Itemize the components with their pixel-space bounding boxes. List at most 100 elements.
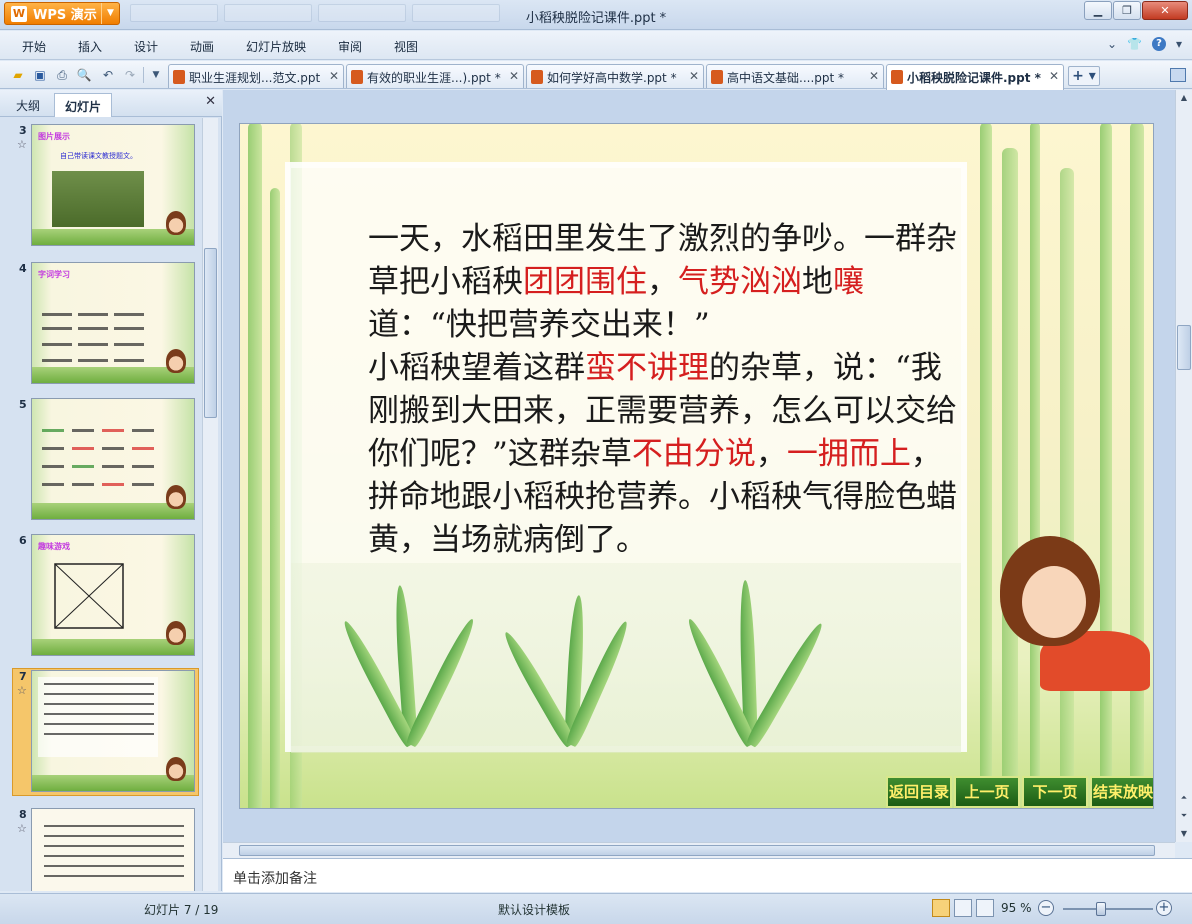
end-show-button[interactable]: 结束放映	[1090, 776, 1153, 808]
slide-scroll-thumb[interactable]	[1177, 325, 1191, 370]
customize-toolbar-icon[interactable]: ▼	[148, 67, 164, 83]
close-tab-icon[interactable]: ✕	[863, 69, 879, 83]
tab-outline[interactable]: 大纲	[6, 93, 50, 117]
slide-thumb-4[interactable]: 字词学习	[31, 262, 195, 384]
notes-pane[interactable]: 单击添加备注	[223, 858, 1192, 892]
close-tab-icon[interactable]: ✕	[1043, 69, 1059, 83]
zoom-slider-track[interactable]	[1063, 908, 1153, 910]
back-to-contents-button[interactable]: 返回目录	[886, 776, 952, 808]
close-tab-icon[interactable]: ✕	[683, 69, 699, 83]
panel-tabs: 大纲 幻灯片 ✕	[0, 90, 222, 117]
scroll-up-icon[interactable]: ▲	[1176, 90, 1192, 106]
menu-review[interactable]: 审阅	[338, 38, 362, 55]
zoom-slider-knob[interactable]	[1096, 902, 1106, 916]
normal-view-icon[interactable]	[932, 899, 950, 917]
slideshow-view-icon[interactable]	[976, 899, 994, 917]
doc-tab-active[interactable]: 小稻秧脱险记课件.ppt * ✕	[886, 64, 1064, 90]
rice-field-image	[52, 171, 144, 227]
doc-tab-label: 有效的职业生涯...).ppt *	[367, 71, 501, 85]
open-folder-icon[interactable]: ▰	[10, 67, 26, 83]
menu-view[interactable]: 视图	[394, 38, 418, 55]
redo-icon[interactable]: ↷	[122, 67, 138, 83]
doc-tab-4[interactable]: 高中语文基础....ppt * ✕	[706, 64, 884, 88]
window-title: 小稻秧脱险记课件.ppt *	[525, 11, 667, 26]
highlighted-phrase: 嚷	[833, 264, 864, 300]
doc-tab-2[interactable]: 有效的职业生涯...).ppt * ✕	[346, 64, 524, 88]
prev-slide-icon[interactable]: ⏶	[1176, 790, 1192, 806]
horizontal-scrollbar[interactable]	[223, 842, 1175, 858]
doc-tab-label: 如何学好高中数学.ppt *	[547, 71, 677, 85]
star-icon: ☆	[17, 822, 27, 835]
minimize-button[interactable]: ▁	[1084, 1, 1112, 20]
story-text-run: ，	[647, 264, 678, 300]
ppt-file-icon	[531, 70, 543, 84]
star-icon: ☆	[17, 138, 27, 151]
doc-tab-1[interactable]: 职业生涯规划...范文.ppt ✕	[168, 64, 344, 88]
print-preview-icon[interactable]: 🔍	[76, 67, 92, 83]
slide-number: 6	[19, 534, 27, 547]
rice-plant-illustration	[291, 563, 961, 753]
horizontal-scroll-thumb[interactable]	[239, 845, 1155, 856]
ppt-file-icon	[173, 70, 185, 84]
next-slide-icon[interactable]: ⏷	[1176, 808, 1192, 824]
menu-design[interactable]: 设计	[134, 38, 158, 55]
thumb-title: 图片展示	[38, 132, 70, 141]
panel-scrollbar[interactable]	[202, 118, 218, 891]
tab-slides[interactable]: 幻灯片	[54, 93, 113, 117]
zoom-in-button[interactable]: +	[1156, 900, 1172, 916]
skin-icon[interactable]: 👕	[1127, 37, 1142, 51]
undo-icon[interactable]: ↶	[100, 67, 116, 83]
slide-number: 3	[19, 124, 27, 137]
close-panel-icon[interactable]: ✕	[205, 94, 216, 109]
girl-illustration	[1000, 536, 1150, 691]
notes-placeholder: 单击添加备注	[233, 871, 317, 887]
maximize-button[interactable]: ❐	[1113, 1, 1141, 20]
scroll-down-icon[interactable]: ▼	[1176, 826, 1192, 842]
menu-insert[interactable]: 插入	[78, 38, 102, 55]
menu-slideshow[interactable]: 幻灯片放映	[246, 38, 306, 55]
help-dropdown-icon[interactable]: ▾	[1176, 37, 1182, 51]
thumb-title: 趣味游戏	[38, 542, 70, 551]
status-bar: 幻灯片 7 / 19 默认设计模板 95 % − +	[0, 893, 1192, 924]
save-icon[interactable]: ▣	[32, 67, 48, 83]
slide-thumb-8[interactable]	[31, 808, 195, 891]
print-icon[interactable]: ⎙	[54, 67, 70, 83]
slide-thumb-6[interactable]: 趣味游戏	[31, 534, 195, 656]
slide-vertical-scrollbar[interactable]: ▲ ⏶ ⏷ ▼	[1175, 90, 1192, 842]
highlighted-phrase: 气势汹汹	[678, 264, 802, 300]
menu-bar: 开始 插入 设计 动画 幻灯片放映 审阅 视图 ⌄ 👕 ? ▾	[0, 31, 1192, 60]
close-tab-icon[interactable]: ✕	[503, 69, 519, 83]
quick-access-toolbar: ▰ ▣ ⎙ 🔍 ↶ ↷ ▼ 职业生涯规划...范文.ppt ✕ 有效的职业生涯.…	[0, 61, 1192, 90]
close-tab-icon[interactable]: ✕	[323, 69, 339, 83]
slide-thumb-5[interactable]	[31, 398, 195, 520]
text-box[interactable]: 一天，水稻田里发生了激烈的争吵。一群杂草把小稻秧团团围住，气势汹汹地嚷道：“快把…	[285, 162, 967, 753]
slide-thumb-7[interactable]	[31, 670, 195, 792]
star-icon: ☆	[17, 684, 27, 697]
doc-tab-3[interactable]: 如何学好高中数学.ppt * ✕	[526, 64, 704, 88]
story-paragraph-2: 小稻秧望着这群蛮不讲理的杂草，说：“我刚搬到大田来，正需要营养，怎么可以交给你们…	[294, 347, 964, 562]
panel-scroll-thumb[interactable]	[204, 248, 217, 418]
slide-sorter-view-icon[interactable]	[954, 899, 972, 917]
slide-counter: 幻灯片 7 / 19	[144, 903, 219, 917]
collapse-ribbon-icon[interactable]: ⌄	[1107, 37, 1117, 51]
menu-right-tools: ⌄ 👕 ? ▾	[1107, 37, 1182, 51]
thumb-title: 字词学习	[38, 270, 70, 279]
slide-thumbnails: 3 ☆ 图片展示 自己带读课文教授题文。 4 字词学习 5 6 趣味游戏 7 ☆…	[0, 118, 202, 891]
menu-animation[interactable]: 动画	[190, 38, 214, 55]
window-layout-icon[interactable]	[1170, 68, 1186, 82]
highlighted-phrase: 团团围住	[523, 264, 647, 300]
story-text-run: 道：“快把营养交出来！”	[368, 307, 710, 343]
new-tab-button[interactable]: + ▾	[1068, 66, 1100, 86]
close-button[interactable]: ✕	[1142, 1, 1188, 20]
current-slide[interactable]: 一天，水稻田里发生了激烈的争吵。一群杂草把小稻秧团团围住，气势汹汹地嚷道：“快把…	[239, 123, 1154, 809]
ppt-file-icon	[351, 70, 363, 84]
doc-tab-label: 小稻秧脱险记课件.ppt *	[907, 71, 1041, 85]
ppt-file-icon	[891, 70, 903, 84]
previous-page-button[interactable]: 上一页	[954, 776, 1020, 808]
menu-home[interactable]: 开始	[22, 38, 46, 55]
help-icon[interactable]: ?	[1151, 37, 1166, 51]
next-page-button[interactable]: 下一页	[1022, 776, 1088, 808]
zoom-out-button[interactable]: −	[1038, 900, 1054, 916]
story-text-run: 地	[802, 264, 833, 300]
slide-thumb-3[interactable]: 图片展示 自己带读课文教授题文。	[31, 124, 195, 246]
